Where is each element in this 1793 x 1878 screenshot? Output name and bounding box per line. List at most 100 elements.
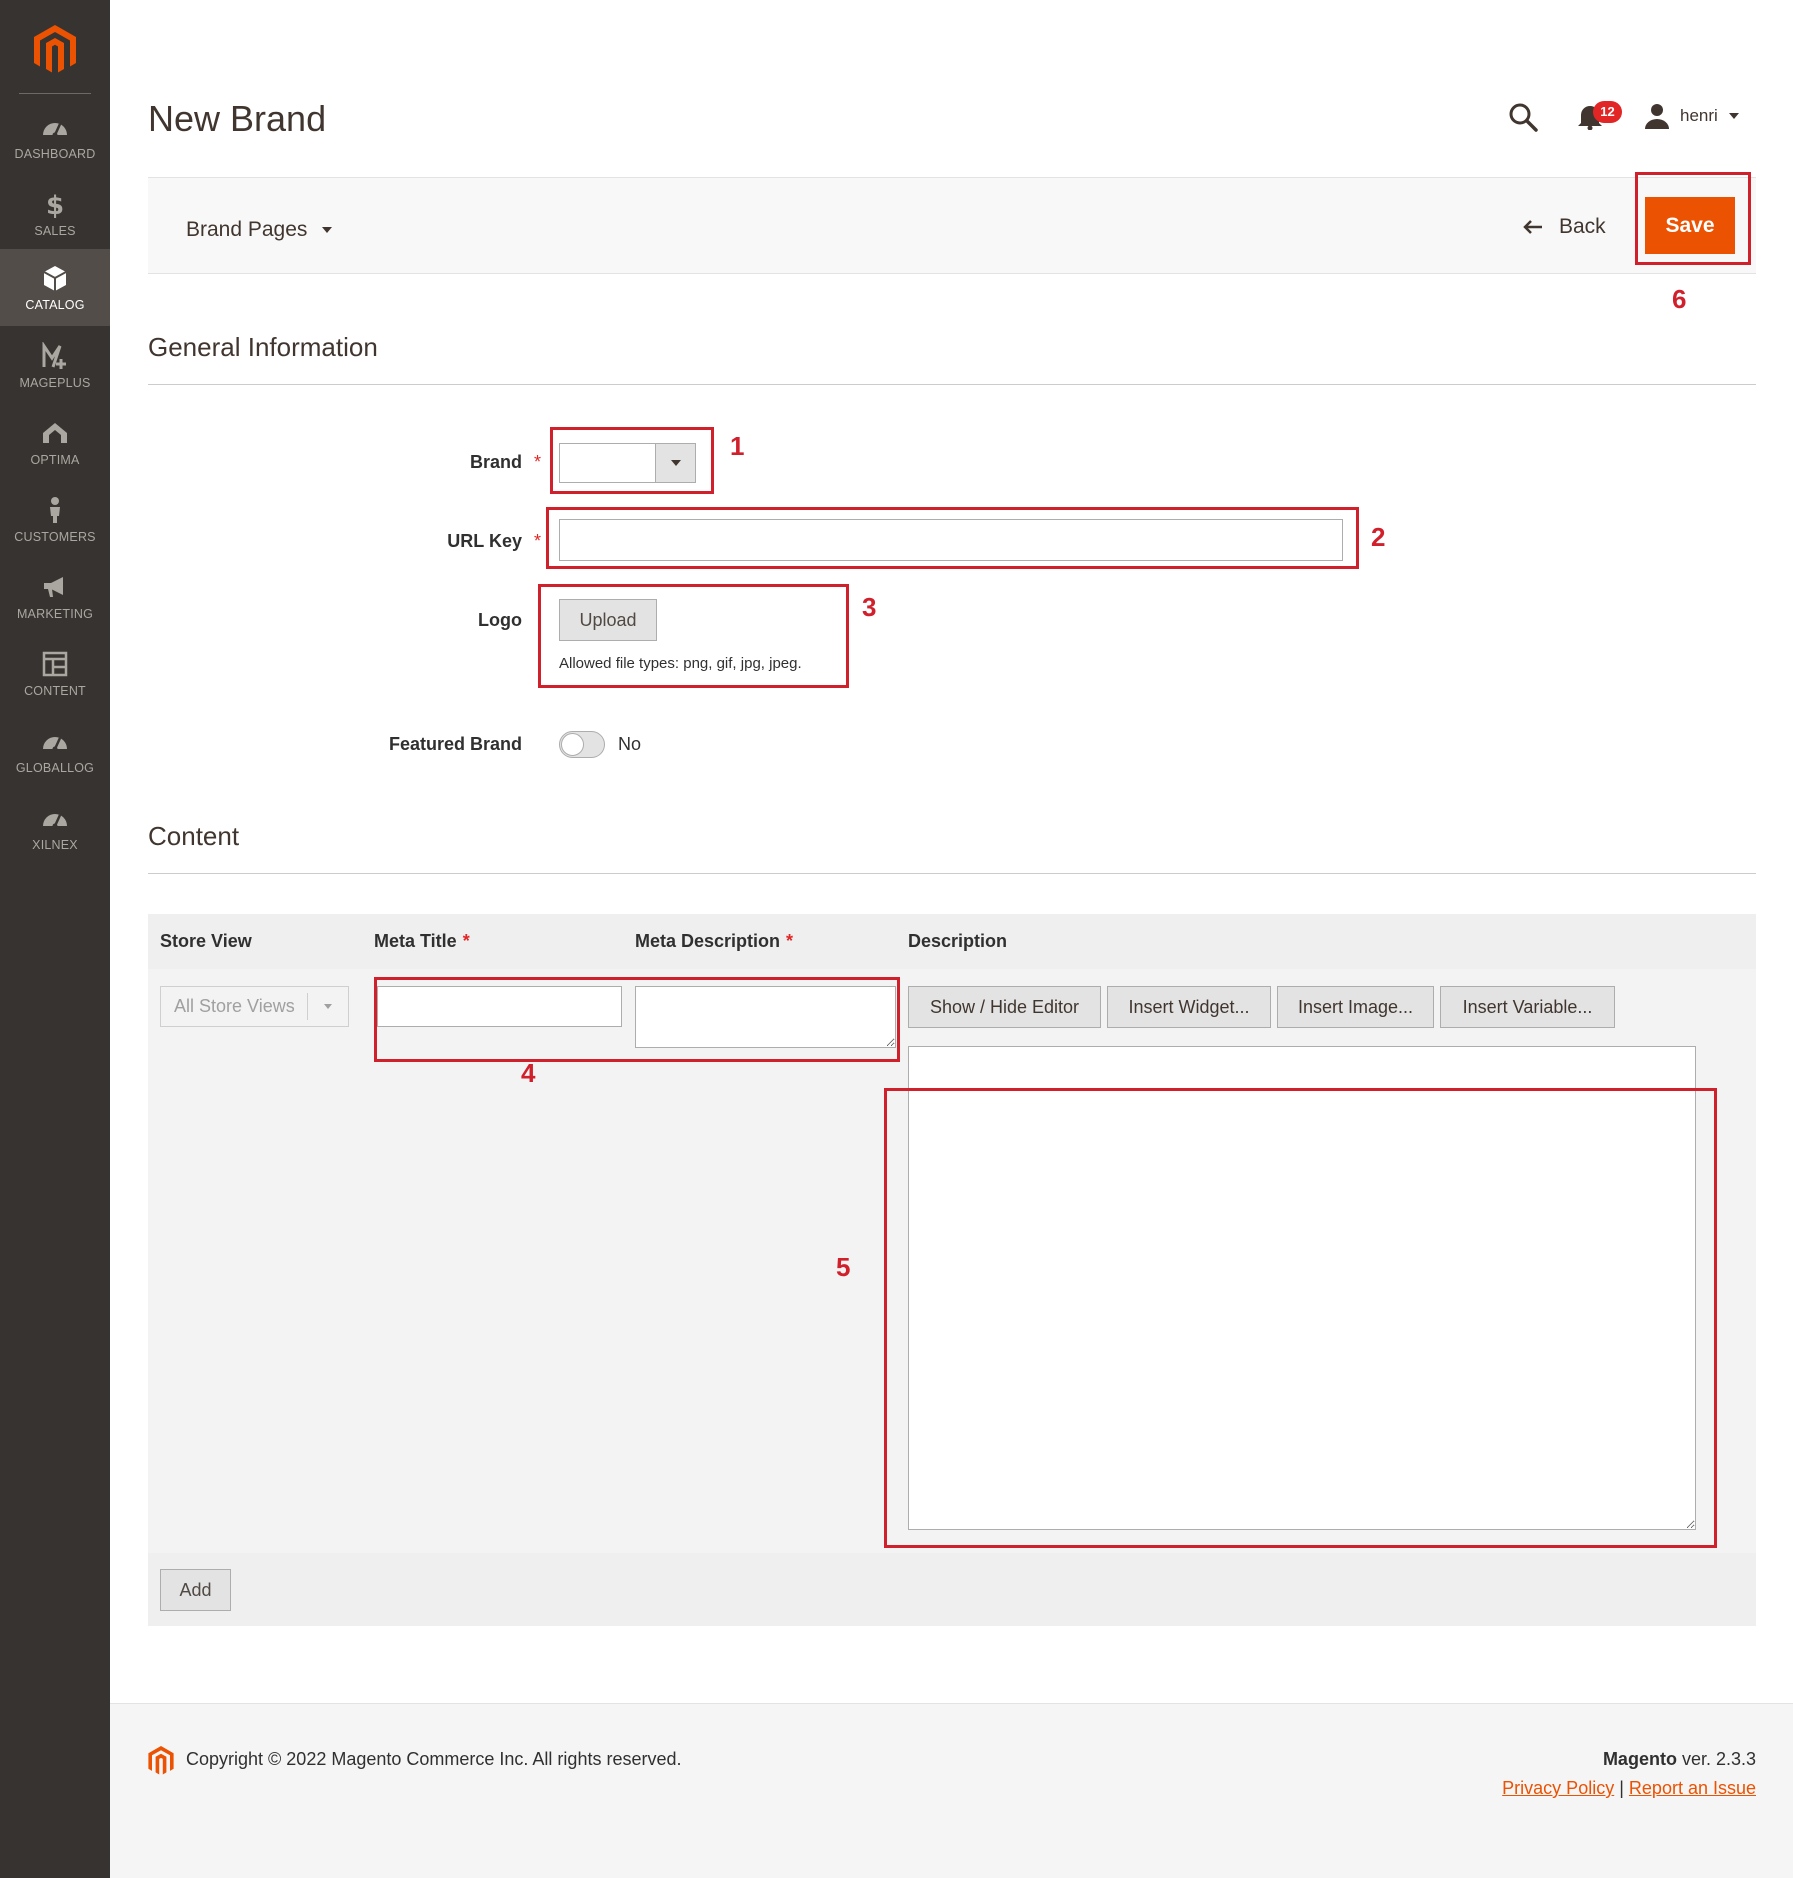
sidebar-label-dashboard: DASHBOARD: [14, 146, 96, 161]
store-switcher-label: Brand Pages: [186, 218, 308, 241]
magento-logo[interactable]: [0, 14, 110, 86]
column-description: Description: [908, 914, 1007, 969]
sidebar-label-sales: SALES: [34, 223, 76, 238]
general-information-title: General Information: [148, 332, 378, 362]
magento-footer-logo-icon: [148, 1746, 174, 1775]
megaphone-icon: [44, 576, 63, 597]
meta-title-input[interactable]: [377, 986, 622, 1027]
sidebar-item-catalog[interactable]: CATALOG: [0, 249, 110, 326]
privacy-policy-link[interactable]: Privacy Policy: [1502, 1778, 1614, 1798]
sidebar-label-marketing: MARKETING: [16, 606, 94, 621]
mageplus-icon: [42, 341, 66, 369]
brand-select-toggle[interactable]: [655, 444, 695, 482]
url-key-input[interactable]: [559, 519, 1343, 561]
dashboard-icon: [43, 122, 67, 137]
description-textarea[interactable]: [908, 1046, 1696, 1530]
sidebar-item-optima[interactable]: OPTIMA: [0, 404, 110, 481]
insert-widget-button[interactable]: Insert Widget...: [1107, 986, 1271, 1028]
sidebar-divider: [19, 93, 91, 94]
section-divider: [148, 873, 1756, 874]
annotation-number-2: 2: [1371, 522, 1386, 552]
sidebar-item-xilnex[interactable]: XILNEX: [0, 789, 110, 866]
required-marker: *: [786, 931, 794, 951]
show-hide-editor-button[interactable]: Show / Hide Editor: [908, 986, 1101, 1028]
store-view-value: All Store Views: [174, 996, 295, 1016]
allowed-file-types-note: Allowed file types: png, gif, jpg, jpeg.: [559, 655, 802, 672]
annotation-number-6: 6: [1672, 284, 1687, 314]
sidebar-item-dashboard[interactable]: DASHBOARD: [0, 98, 110, 175]
logo-label: Logo: [478, 610, 522, 630]
optima-icon: [43, 422, 67, 443]
magento-brand: Magento: [1602, 1749, 1677, 1769]
sidebar-item-globallog[interactable]: GLOBALLOG: [0, 712, 110, 789]
meta-description-textarea[interactable]: [635, 986, 896, 1048]
url-key-label: URL Key: [447, 531, 522, 551]
section-divider: [148, 384, 1756, 385]
admin-sidebar: DASHBOARD $ SALES CATALOG MAGEPLUS OPTIM…: [0, 0, 110, 1878]
report-issue-link[interactable]: Report an Issue: [1629, 1778, 1756, 1798]
gauge-icon: [43, 736, 67, 751]
person-icon: [50, 496, 60, 523]
sidebar-label-mageplus: MAGEPLUS: [19, 375, 91, 390]
page-title: New Brand: [148, 98, 327, 139]
caret-down-icon: [1728, 113, 1739, 119]
sidebar-label-globallog: GLOBALLOG: [15, 760, 95, 775]
featured-brand-label: Featured Brand: [388, 734, 522, 754]
notification-count-badge[interactable]: 12: [1593, 101, 1622, 123]
caret-down-icon: [324, 1004, 332, 1009]
column-meta-description-label: Meta Description: [635, 931, 781, 951]
gauge-icon: [43, 813, 67, 828]
content-title: Content: [148, 821, 240, 851]
dollar-icon: $: [46, 191, 64, 218]
footer-links: Privacy Policy | Report an Issue: [1502, 1778, 1756, 1799]
sidebar-label-optima: OPTIMA: [30, 452, 80, 467]
user-account-menu[interactable]: henri: [1644, 100, 1740, 132]
magento-logo-icon: [34, 25, 76, 73]
brand-label: Brand: [469, 452, 522, 472]
user-icon: [1645, 104, 1669, 129]
sidebar-label-xilnex: XILNEX: [32, 837, 78, 852]
upload-button[interactable]: Upload: [559, 599, 657, 641]
required-marker: *: [534, 531, 542, 551]
sidebar-item-mageplus[interactable]: MAGEPLUS: [0, 327, 110, 404]
toggle-knob: [561, 733, 584, 756]
insert-image-button[interactable]: Insert Image...: [1277, 986, 1434, 1028]
back-button-label: Back: [1559, 215, 1606, 238]
sidebar-label-content: CONTENT: [24, 683, 86, 698]
sidebar-label-customers: CUSTOMERS: [14, 529, 96, 544]
search-icon[interactable]: [1508, 102, 1538, 132]
brand-select[interactable]: [559, 443, 696, 483]
box-icon: [43, 265, 67, 291]
annotation-number-5: 5: [836, 1252, 851, 1282]
annotation-number-3: 3: [862, 592, 877, 622]
back-button[interactable]: Back: [1523, 215, 1606, 239]
sidebar-item-marketing[interactable]: MARKETING: [0, 558, 110, 635]
column-meta-description: Meta Description *: [635, 914, 793, 969]
page-actions-bar: Brand Pages Back Save: [148, 177, 1756, 274]
sidebar-item-sales[interactable]: $ SALES: [0, 175, 110, 252]
featured-brand-toggle[interactable]: [559, 731, 605, 758]
sidebar-item-content[interactable]: CONTENT: [0, 635, 110, 712]
version-number: ver. 2.3.3: [1676, 1749, 1756, 1769]
column-meta-title-label: Meta Title: [374, 931, 457, 951]
sidebar-label-catalog: CATALOG: [25, 297, 85, 312]
store-view-toggle[interactable]: [307, 993, 348, 1020]
column-meta-title: Meta Title *: [374, 914, 470, 969]
svg-text:$: $: [46, 191, 64, 218]
caret-down-icon: [670, 460, 681, 466]
annotation-number-1: 1: [730, 431, 745, 461]
store-switcher[interactable]: Brand Pages: [186, 218, 333, 242]
annotation-number-4: 4: [521, 1058, 536, 1088]
column-store-view-label: Store View: [160, 931, 252, 951]
required-marker: *: [534, 452, 542, 472]
store-view-select[interactable]: All Store Views: [160, 986, 349, 1027]
content-table-footer: [148, 1553, 1756, 1626]
magento-version: Magento ver. 2.3.3: [1603, 1749, 1756, 1770]
save-button[interactable]: Save: [1645, 197, 1735, 254]
required-marker: *: [462, 931, 470, 951]
column-description-label: Description: [908, 931, 1008, 951]
sidebar-item-customers[interactable]: CUSTOMERS: [0, 481, 110, 558]
add-row-button[interactable]: Add: [160, 1569, 231, 1611]
insert-variable-button[interactable]: Insert Variable...: [1440, 986, 1615, 1028]
footer-link-separator: |: [1619, 1778, 1624, 1798]
